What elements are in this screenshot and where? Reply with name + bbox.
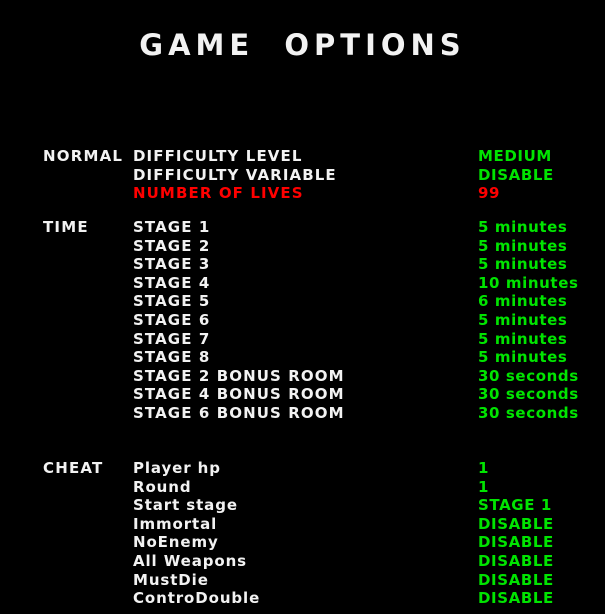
option-value[interactable]: 99 <box>478 184 500 202</box>
option-value[interactable]: 10 minutes <box>478 274 579 292</box>
option-label: STAGE 3 <box>133 255 211 274</box>
option-row[interactable]: DIFFICULTY VARIABLE DISABLE <box>0 166 605 185</box>
option-row[interactable]: NoEnemy DISABLE <box>0 533 605 552</box>
option-label: All Weapons <box>133 551 247 570</box>
option-value[interactable]: 5 minutes <box>478 311 567 329</box>
option-label: STAGE 6 BONUS ROOM <box>133 403 345 422</box>
option-row[interactable]: Immortal DISABLE <box>0 515 605 534</box>
option-value[interactable]: 6 minutes <box>478 292 567 310</box>
option-value[interactable]: 30 seconds <box>478 404 579 422</box>
option-label: ControDouble <box>133 589 261 608</box>
option-label: STAGE 8 <box>133 348 211 367</box>
option-value[interactable]: 5 minutes <box>478 237 567 255</box>
option-value[interactable]: DISABLE <box>478 589 554 607</box>
option-value[interactable]: 5 minutes <box>478 330 567 348</box>
option-value[interactable]: 30 seconds <box>478 385 579 403</box>
section-rows-time: STAGE 1 5 minutes STAGE 2 5 minutes STAGE 3 5… <box>0 218 605 423</box>
option-value[interactable]: 1 <box>478 478 489 496</box>
option-row[interactable]: STAGE 1 5 minutes <box>0 218 605 237</box>
option-row[interactable]: STAGE 3 5 minutes <box>0 255 605 274</box>
option-row[interactable]: STAGE 4 10 minutes <box>0 274 605 293</box>
option-row[interactable]: STAGE 6 BONUS ROOM 30 seconds <box>0 404 605 423</box>
option-row[interactable]: Player hp 1 <box>0 459 605 478</box>
option-value[interactable]: DISABLE <box>478 552 554 570</box>
option-value[interactable]: 5 minutes <box>478 218 567 236</box>
option-value[interactable]: 5 minutes <box>478 255 567 273</box>
option-value[interactable]: 5 minutes <box>478 348 567 366</box>
option-row[interactable]: All Weapons DISABLE <box>0 552 605 571</box>
option-row[interactable]: DIFFICULTY LEVEL MEDIUM <box>0 147 605 166</box>
option-value[interactable]: 30 seconds <box>478 367 579 385</box>
option-label: DIFFICULTY VARIABLE <box>133 165 337 184</box>
option-value[interactable]: MEDIUM <box>478 147 552 165</box>
option-value[interactable]: DISABLE <box>478 515 554 533</box>
page-title: GAME OPTIONS <box>139 28 466 62</box>
option-label: Start stage <box>133 496 238 515</box>
option-label: NoEnemy <box>133 533 219 552</box>
game-options-screen: GAME OPTIONS NORMAL DIFFICULTY LEVEL MEDI… <box>0 0 605 614</box>
option-row[interactable]: Round 1 <box>0 478 605 497</box>
option-label: STAGE 4 BONUS ROOM <box>133 385 345 404</box>
option-label: NUMBER OF LIVES <box>133 184 304 203</box>
option-label: Player hp <box>133 459 221 477</box>
option-label: STAGE 2 BONUS ROOM <box>133 366 345 385</box>
option-value[interactable]: DISABLE <box>478 166 554 184</box>
option-row[interactable]: STAGE 2 5 minutes <box>0 237 605 256</box>
option-value[interactable]: STAGE 1 <box>478 496 552 514</box>
option-value[interactable]: DISABLE <box>478 533 554 551</box>
option-row[interactable]: ControDouble DISABLE <box>0 589 605 608</box>
option-label: Immortal <box>133 514 218 533</box>
option-row[interactable]: STAGE 5 6 minutes <box>0 292 605 311</box>
option-row[interactable]: NUMBER OF LIVES 99 <box>0 184 605 203</box>
option-label: STAGE 7 <box>133 329 211 348</box>
option-value[interactable]: DISABLE <box>478 571 554 589</box>
option-label: Round <box>133 477 192 496</box>
option-label: STAGE 1 <box>133 218 211 236</box>
option-label: STAGE 6 <box>133 310 211 329</box>
option-label: STAGE 4 <box>133 273 211 292</box>
option-row[interactable]: STAGE 8 5 minutes <box>0 348 605 367</box>
option-row[interactable]: STAGE 2 BONUS ROOM 30 seconds <box>0 367 605 386</box>
option-label: DIFFICULTY LEVEL <box>133 147 303 165</box>
option-row[interactable]: MustDie DISABLE <box>0 571 605 590</box>
option-row[interactable]: STAGE 6 5 minutes <box>0 311 605 330</box>
option-label: MustDie <box>133 570 209 589</box>
option-label: STAGE 5 <box>133 292 211 311</box>
option-label: STAGE 2 <box>133 236 211 255</box>
option-row[interactable]: Start stage STAGE 1 <box>0 496 605 515</box>
option-row[interactable]: STAGE 4 BONUS ROOM 30 seconds <box>0 385 605 404</box>
section-rows-normal: DIFFICULTY LEVEL MEDIUM DIFFICULTY VARIABL… <box>0 147 605 203</box>
option-value[interactable]: 1 <box>478 459 489 477</box>
section-rows-cheat: Player hp 1 Round 1 Start stage STAGE 1 Immort… <box>0 459 605 608</box>
option-row[interactable]: STAGE 7 5 minutes <box>0 330 605 349</box>
